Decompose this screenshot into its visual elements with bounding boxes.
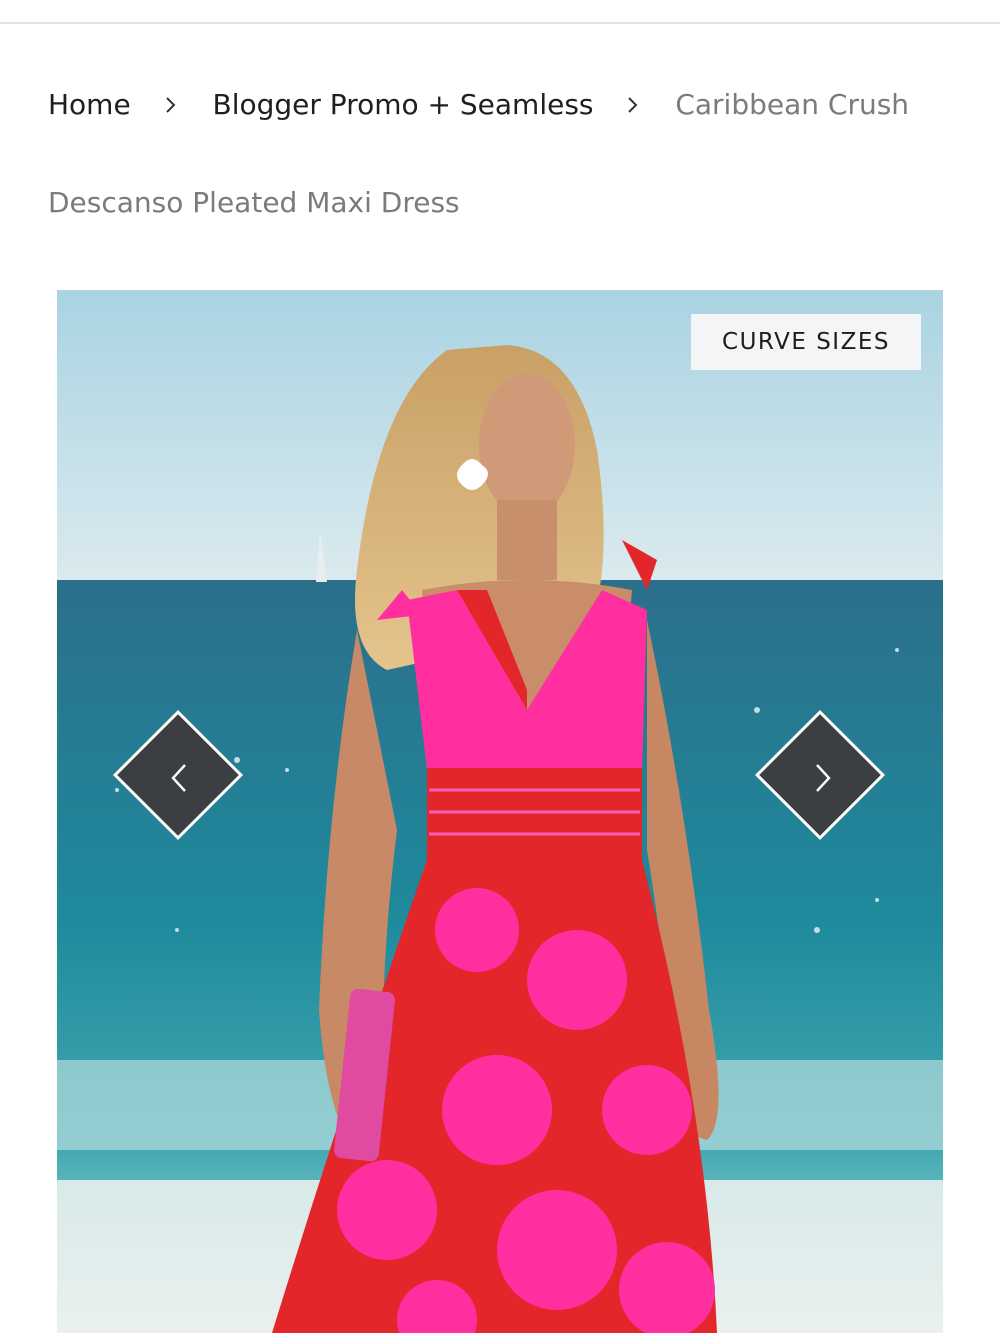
curve-sizes-badge: CURVE SIZES	[691, 314, 921, 370]
breadcrumb-subcollection-link[interactable]: Caribbean Crush	[675, 85, 909, 125]
breadcrumb-home-link[interactable]: Home	[48, 85, 131, 125]
breadcrumb: Home Blogger Promo + Seamless Caribbean …	[48, 84, 968, 125]
top-divider	[0, 0, 1000, 24]
chevron-right-icon	[602, 85, 666, 125]
breadcrumb-collection-link[interactable]: Blogger Promo + Seamless	[213, 85, 594, 125]
product-image-gallery[interactable]: CURVE SIZES	[57, 290, 943, 1333]
breadcrumb-current-product: Descanso Pleated Maxi Dress	[48, 186, 460, 219]
chevron-right-icon	[816, 764, 831, 792]
chevron-right-icon	[140, 85, 204, 125]
chevron-left-icon	[171, 764, 186, 792]
